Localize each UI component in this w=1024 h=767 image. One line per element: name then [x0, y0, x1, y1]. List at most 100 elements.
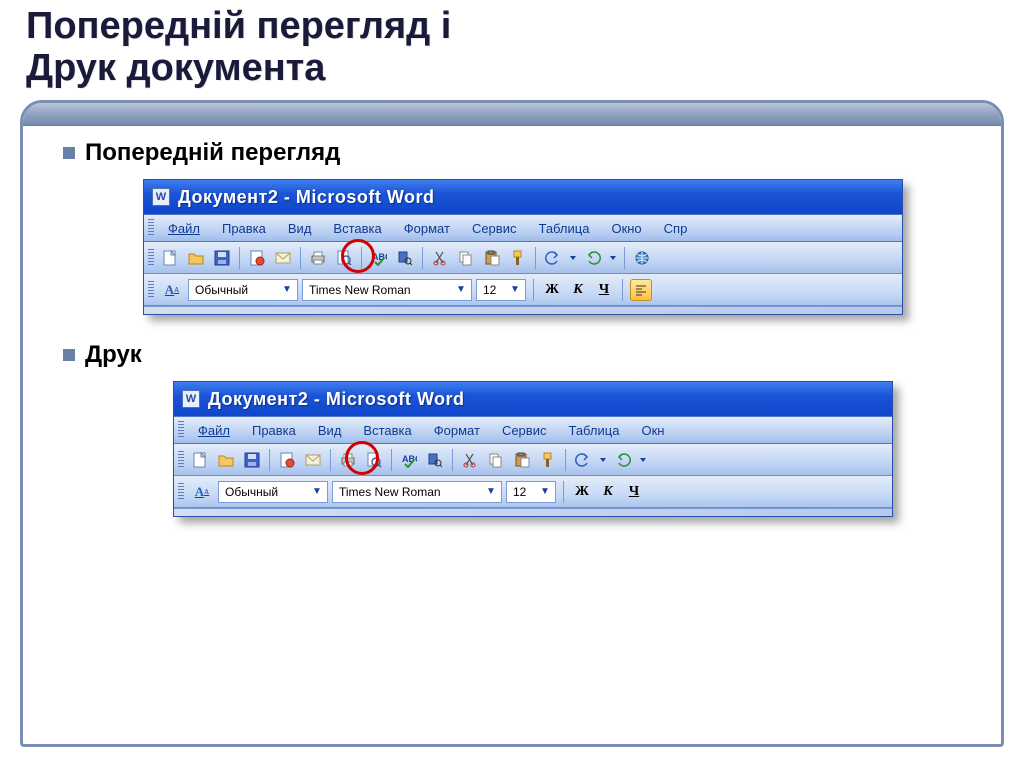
- chevron-down-icon: ▼: [508, 284, 522, 295]
- style-aa-icon[interactable]: Aᴀ: [190, 481, 214, 503]
- word-window-print: W Документ2 - Microsoft Word Файл Правка…: [173, 381, 893, 517]
- print-icon[interactable]: [336, 448, 360, 472]
- menu-window[interactable]: Окно: [601, 219, 651, 238]
- underline-button[interactable]: Ч: [623, 481, 645, 503]
- slide-content: Попередній перегляд W Документ2 - Micros…: [63, 139, 961, 724]
- bold-button[interactable]: Ж: [571, 481, 593, 503]
- style-aa-icon[interactable]: Aᴀ: [160, 279, 184, 301]
- menu-view[interactable]: Вид: [308, 421, 352, 440]
- print-icon[interactable]: [306, 246, 330, 270]
- formatting-toolbar: Aᴀ Обычный ▼ Times New Roman ▼ 12 ▼ Ж К …: [144, 274, 902, 306]
- chevron-down-icon: ▼: [538, 486, 552, 497]
- permission-icon[interactable]: [245, 246, 269, 270]
- mail-icon[interactable]: [271, 246, 295, 270]
- redo-icon[interactable]: [611, 448, 635, 472]
- cut-icon[interactable]: [458, 448, 482, 472]
- separator: [563, 481, 564, 503]
- bold-button[interactable]: Ж: [541, 279, 563, 301]
- separator: [533, 279, 534, 301]
- undo-icon[interactable]: [541, 246, 565, 270]
- menu-insert[interactable]: Вставка: [323, 219, 391, 238]
- separator: [422, 247, 423, 269]
- menu-view[interactable]: Вид: [278, 219, 322, 238]
- format-painter-icon[interactable]: [506, 246, 530, 270]
- menu-edit[interactable]: Правка: [212, 219, 276, 238]
- chevron-down-icon: ▼: [484, 486, 498, 497]
- copy-icon[interactable]: [484, 448, 508, 472]
- scroll-track[interactable]: [174, 508, 892, 516]
- menu-tools[interactable]: Сервис: [492, 421, 557, 440]
- bullet-preview-label: Попередній перегляд: [85, 139, 340, 167]
- research-icon[interactable]: [393, 246, 417, 270]
- titlebar[interactable]: W Документ2 - Microsoft Word: [144, 180, 902, 214]
- italic-button[interactable]: К: [597, 481, 619, 503]
- redo-icon[interactable]: [581, 246, 605, 270]
- scroll-track[interactable]: [144, 306, 902, 314]
- size-combo[interactable]: 12 ▼: [506, 481, 556, 503]
- titlebar[interactable]: W Документ2 - Microsoft Word: [174, 382, 892, 416]
- research-icon[interactable]: [423, 448, 447, 472]
- open-folder-icon[interactable]: [214, 448, 238, 472]
- toolbar-grip-icon[interactable]: [178, 451, 184, 469]
- underline-button[interactable]: Ч: [593, 279, 615, 301]
- permission-icon[interactable]: [275, 448, 299, 472]
- style-combo[interactable]: Обычный ▼: [188, 279, 298, 301]
- copy-icon[interactable]: [454, 246, 478, 270]
- menu-window[interactable]: Окн: [631, 421, 674, 440]
- separator: [535, 247, 536, 269]
- slide-frame: Попередній перегляд W Документ2 - Micros…: [20, 100, 1004, 747]
- font-combo[interactable]: Times New Roman ▼: [332, 481, 502, 503]
- print-preview-icon[interactable]: [332, 246, 356, 270]
- menu-help[interactable]: Спр: [654, 219, 698, 238]
- menu-insert[interactable]: Вставка: [353, 421, 421, 440]
- new-doc-icon[interactable]: [158, 246, 182, 270]
- separator: [565, 449, 566, 471]
- cut-icon[interactable]: [428, 246, 452, 270]
- print-preview-icon[interactable]: [362, 448, 386, 472]
- separator: [269, 449, 270, 471]
- align-left-icon[interactable]: [630, 279, 652, 301]
- redo-dropdown-icon[interactable]: [607, 246, 619, 270]
- menu-format[interactable]: Формат: [424, 421, 490, 440]
- style-combo[interactable]: Обычный ▼: [218, 481, 328, 503]
- spelling-icon[interactable]: ABC: [367, 246, 391, 270]
- bullet-preview: Попередній перегляд: [63, 139, 961, 167]
- menu-format[interactable]: Формат: [394, 219, 460, 238]
- paste-icon[interactable]: [510, 448, 534, 472]
- open-folder-icon[interactable]: [184, 246, 208, 270]
- menu-tools[interactable]: Сервис: [462, 219, 527, 238]
- formatbar-grip-icon[interactable]: [148, 281, 154, 299]
- slide-title: Попередній перегляд і Друк документа: [0, 0, 1024, 90]
- formatbar-grip-icon[interactable]: [178, 483, 184, 501]
- menubar: Файл Правка Вид Вставка Формат Сервис Та…: [144, 214, 902, 242]
- bullet-print: Друк: [63, 341, 961, 369]
- menu-edit[interactable]: Правка: [242, 421, 306, 440]
- mail-icon[interactable]: [301, 448, 325, 472]
- redo-dropdown-icon[interactable]: [637, 448, 649, 472]
- paste-icon[interactable]: [480, 246, 504, 270]
- format-painter-icon[interactable]: [536, 448, 560, 472]
- font-combo-value: Times New Roman: [339, 485, 441, 499]
- bullet-print-label: Друк: [85, 341, 142, 369]
- toolbar-grip-icon[interactable]: [148, 249, 154, 267]
- undo-dropdown-icon[interactable]: [597, 448, 609, 472]
- new-doc-icon[interactable]: [188, 448, 212, 472]
- menu-table[interactable]: Таблица: [528, 219, 599, 238]
- title-line-1: Попередній перегляд і: [26, 5, 451, 47]
- menu-file[interactable]: Файл: [158, 219, 210, 238]
- italic-button[interactable]: К: [567, 279, 589, 301]
- spelling-icon[interactable]: ABC: [397, 448, 421, 472]
- menubar-grip-icon[interactable]: [178, 421, 184, 439]
- undo-icon[interactable]: [571, 448, 595, 472]
- save-disk-icon[interactable]: [210, 246, 234, 270]
- window-title: Документ2 - Microsoft Word: [178, 187, 435, 208]
- save-disk-icon[interactable]: [240, 448, 264, 472]
- undo-dropdown-icon[interactable]: [567, 246, 579, 270]
- menu-table[interactable]: Таблица: [558, 421, 629, 440]
- font-combo[interactable]: Times New Roman ▼: [302, 279, 472, 301]
- menubar-grip-icon[interactable]: [148, 219, 154, 237]
- hyperlink-icon[interactable]: [630, 246, 654, 270]
- menu-file[interactable]: Файл: [188, 421, 240, 440]
- size-combo[interactable]: 12 ▼: [476, 279, 526, 301]
- font-combo-value: Times New Roman: [309, 283, 411, 297]
